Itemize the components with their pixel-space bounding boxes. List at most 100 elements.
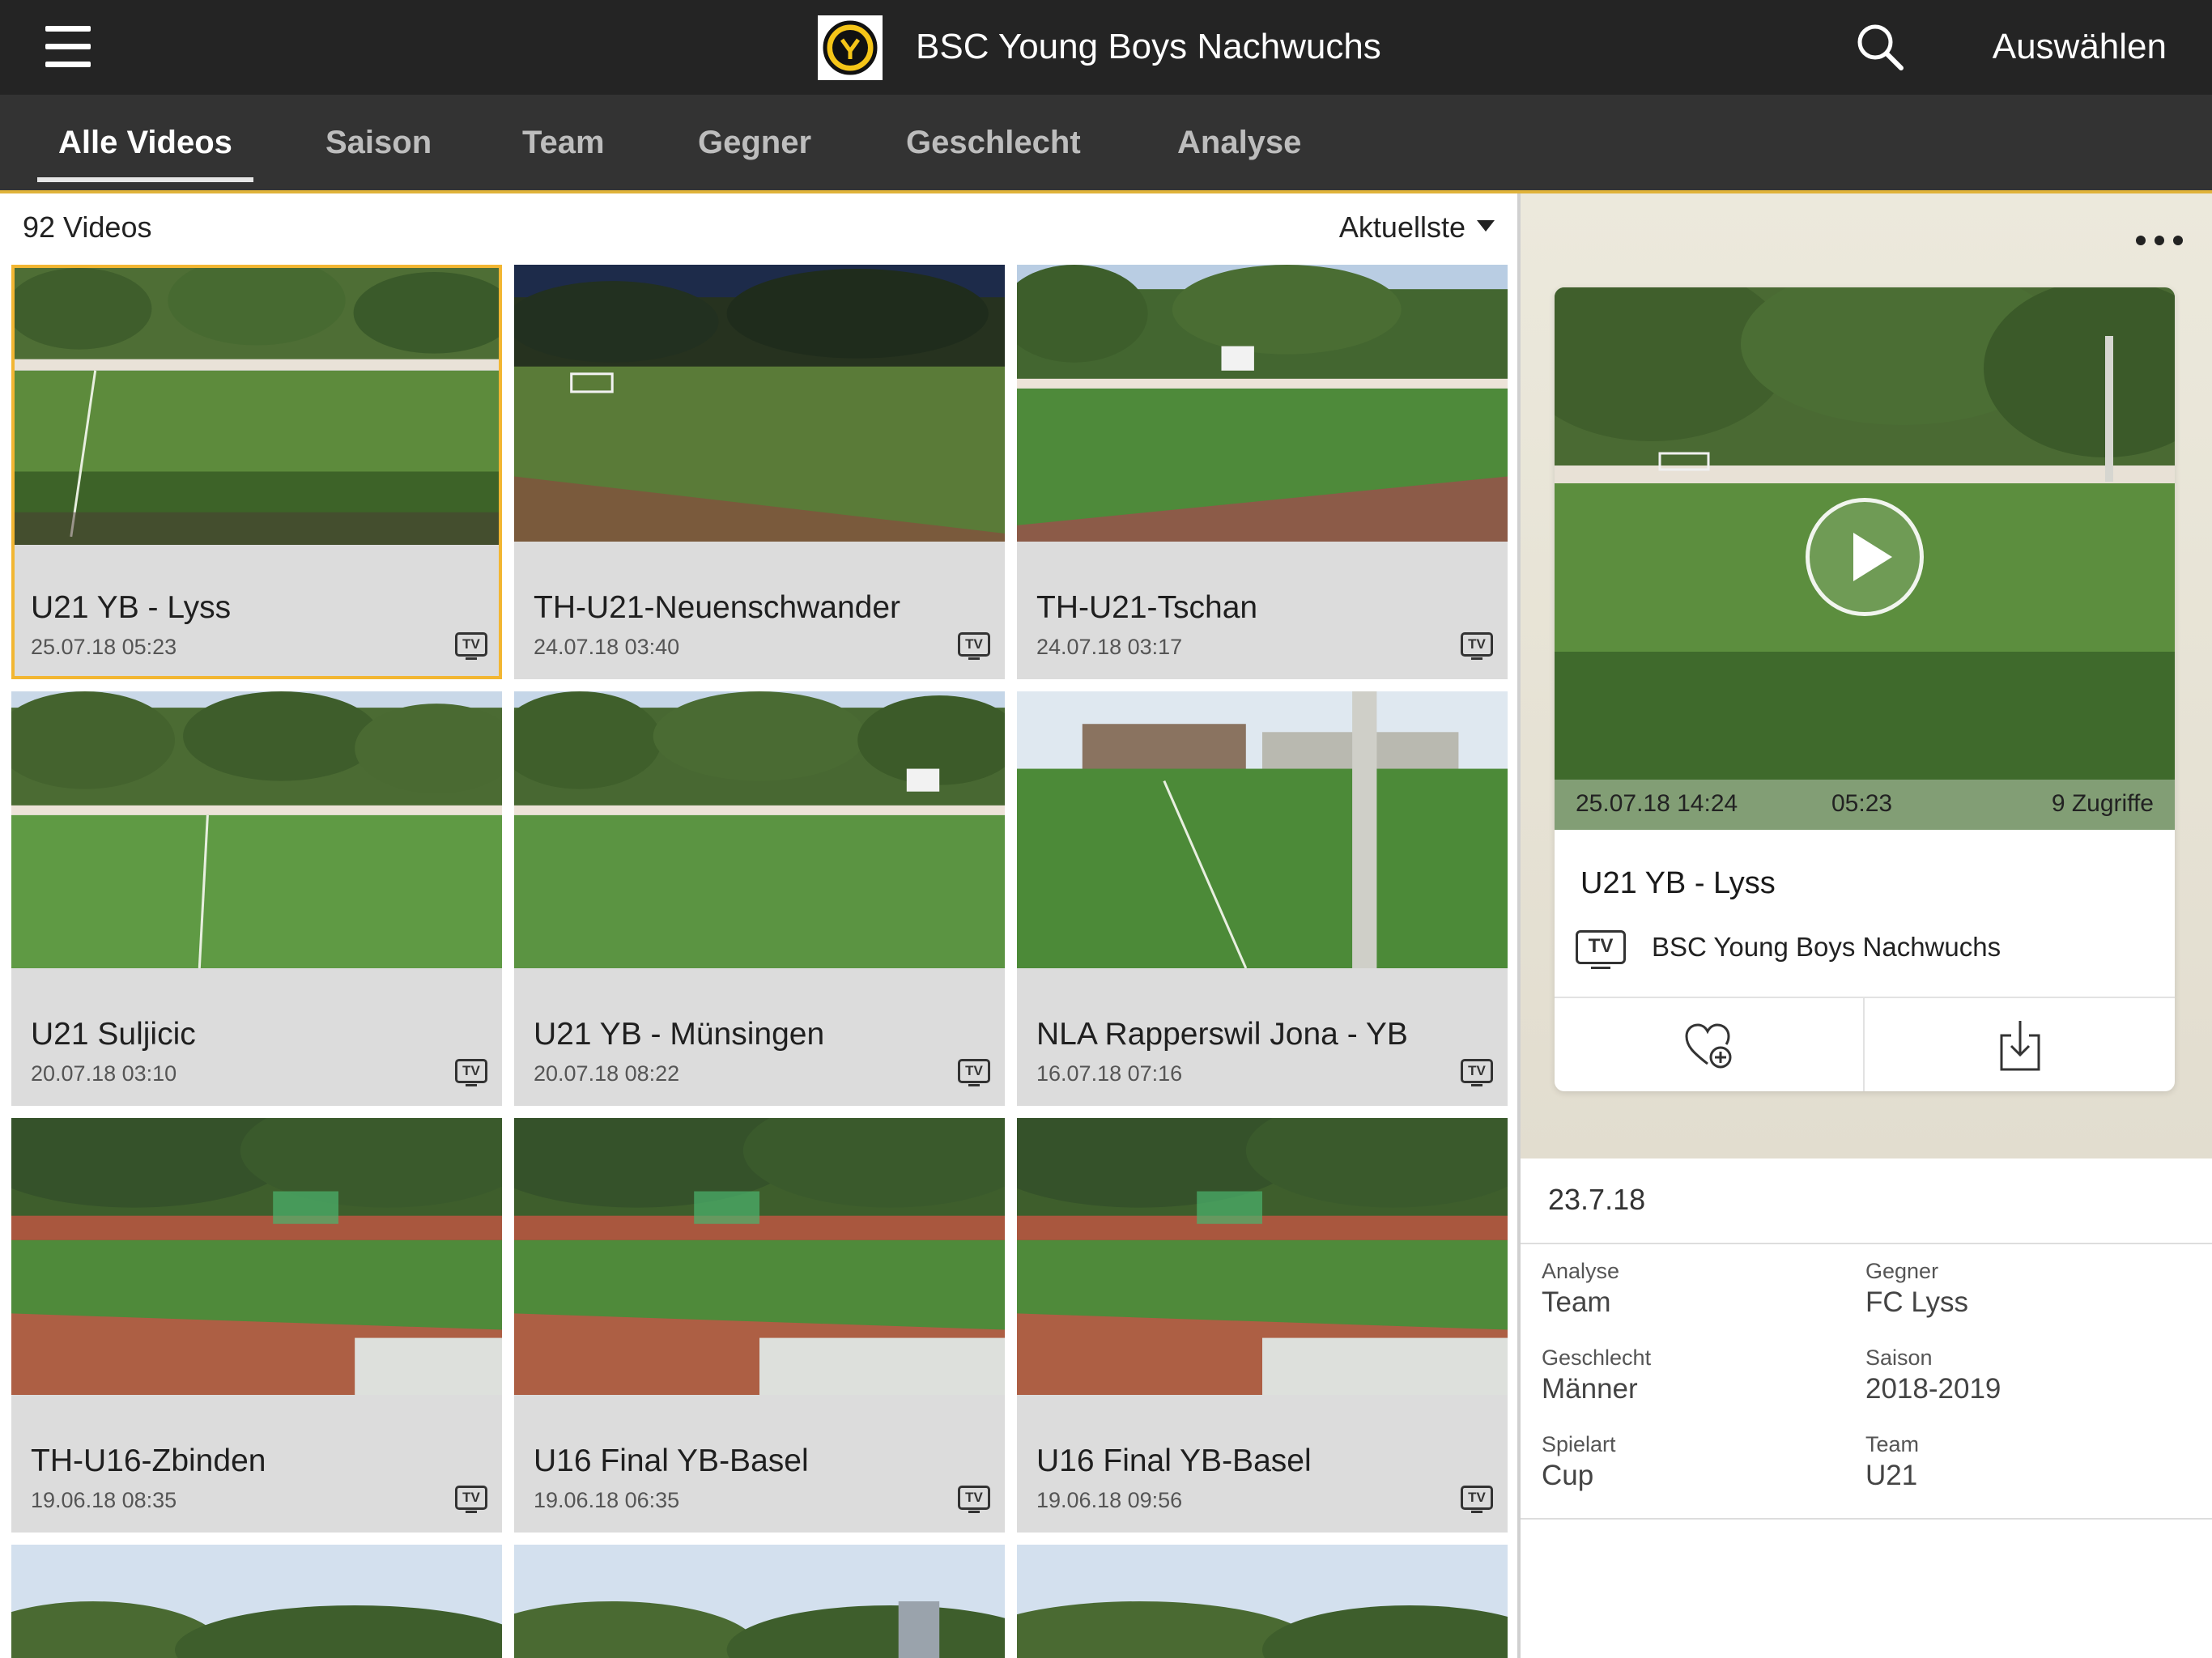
info-value-team: U21 — [1865, 1460, 1918, 1491]
detail-title: U21 YB - Lyss — [1580, 866, 1776, 900]
video-title: U21 YB - Lyss — [31, 590, 232, 625]
video-meta-strip: 25.07.18 14:24 05:23 9 Zugriffe — [1555, 780, 2175, 830]
info-label-team: Team — [1865, 1432, 1920, 1456]
tab-bar: Alle Videos Saison Team Gegner Geschlech… — [0, 95, 2212, 193]
heart-add-icon — [1684, 1022, 1731, 1068]
top-bar: BSC Young Boys Nachwuchs Auswählen — [0, 0, 2212, 95]
video-thumbnail — [514, 1118, 1005, 1395]
video-thumbnail — [15, 268, 499, 545]
video-card[interactable]: U21 YB - Lyss 25.07.18 05:23 TV — [11, 265, 502, 679]
recorded-date: 23.7.18 — [1548, 1183, 1646, 1216]
info-value-analyse: Team — [1542, 1286, 1611, 1318]
tv-icon: TV — [1576, 930, 1626, 969]
video-date: 24.07.18 03:40 — [534, 635, 680, 659]
info-label-analyse: Analyse — [1542, 1259, 1620, 1283]
video-thumbnail — [514, 265, 1005, 542]
sort-label: Aktuellste — [1338, 210, 1465, 244]
video-thumbnail — [11, 691, 502, 968]
video-card[interactable]: U16 Final YB-Basel 19.06.18 06:35 TV — [514, 1118, 1005, 1533]
tv-icon: TV — [1461, 1486, 1493, 1513]
video-card[interactable] — [1017, 1545, 1508, 1658]
video-card[interactable]: TH-U21-Neuenschwander 24.07.18 03:40 TV — [514, 265, 1005, 679]
video-title: U16 Final YB-Basel — [1036, 1443, 1312, 1478]
video-date: 25.07.18 05:23 — [31, 635, 177, 659]
select-button[interactable]: Auswählen — [1993, 24, 2167, 70]
divider — [1521, 1518, 2212, 1520]
video-date: 19.06.18 09:56 — [1036, 1488, 1183, 1512]
info-value-geschlecht: Männer — [1542, 1373, 1638, 1405]
info-label-spielart: Spielart — [1542, 1432, 1616, 1456]
app-title: BSC Young Boys Nachwuchs — [916, 27, 1381, 66]
tab-geschlecht[interactable]: Geschlecht — [906, 95, 1081, 190]
video-card[interactable]: U16 Final YB-Basel 19.06.18 09:56 TV — [1017, 1118, 1508, 1533]
sort-dropdown[interactable]: Aktuellste — [1339, 208, 1495, 247]
video-thumbnail — [11, 1545, 502, 1658]
video-title: U21 Suljicic — [31, 1017, 196, 1052]
video-thumbnail — [1017, 691, 1508, 968]
video-card[interactable] — [514, 1545, 1005, 1658]
info-value-spielart: Cup — [1542, 1460, 1594, 1491]
info-label-gegner: Gegner — [1865, 1259, 1939, 1283]
club-logo — [818, 15, 883, 80]
video-player[interactable]: 25.07.18 14:24 05:23 9 Zugriffe — [1555, 287, 2175, 830]
tv-icon: TV — [1461, 632, 1493, 660]
video-datetime: 25.07.18 14:24 — [1576, 790, 1738, 817]
hamburger-menu-icon[interactable] — [45, 26, 91, 68]
video-date: 20.07.18 08:22 — [534, 1061, 680, 1086]
video-card[interactable]: TH-U16-Zbinden 19.06.18 08:35 TV — [11, 1118, 502, 1533]
video-card[interactable]: NLA Rapperswil Jona - YB 16.07.18 07:16 … — [1017, 691, 1508, 1106]
download-icon — [2000, 1020, 2040, 1070]
tab-team[interactable]: Team — [522, 95, 605, 190]
video-detail-pane: 25.07.18 14:24 05:23 9 Zugriffe U21 YB -… — [1521, 193, 2212, 1658]
video-date: 19.06.18 06:35 — [534, 1488, 680, 1512]
video-detail-card: 25.07.18 14:24 05:23 9 Zugriffe U21 YB -… — [1555, 287, 2175, 1091]
tv-icon: TV — [958, 1486, 990, 1513]
tv-icon: TV — [958, 632, 990, 660]
tv-icon: TV — [455, 632, 487, 660]
video-thumbnail — [1017, 1118, 1508, 1395]
tab-gegner[interactable]: Gegner — [698, 95, 811, 190]
video-title: U16 Final YB-Basel — [534, 1443, 809, 1478]
video-thumbnail — [514, 1545, 1005, 1658]
info-label-saison: Saison — [1865, 1346, 1933, 1370]
info-label-geschlecht: Geschlecht — [1542, 1346, 1652, 1370]
info-value-saison: 2018-2019 — [1865, 1373, 2001, 1405]
tab-alle-videos[interactable]: Alle Videos — [37, 95, 253, 190]
video-thumbnail — [11, 1118, 502, 1395]
video-date: 16.07.18 07:16 — [1036, 1061, 1183, 1086]
video-card[interactable] — [11, 1545, 502, 1658]
play-icon[interactable] — [1806, 498, 1924, 616]
video-date: 19.06.18 08:35 — [31, 1488, 177, 1512]
video-date: 24.07.18 03:17 — [1036, 635, 1183, 659]
video-card[interactable]: U21 Suljicic 20.07.18 03:10 TV — [11, 691, 502, 1106]
action-row — [1555, 997, 2175, 1091]
video-date: 20.07.18 03:10 — [31, 1061, 177, 1086]
video-title: TH-U16-Zbinden — [31, 1443, 266, 1478]
more-options-icon[interactable] — [2136, 236, 2183, 247]
video-thumbnail — [514, 691, 1005, 968]
video-card[interactable]: TH-U21-Tschan 24.07.18 03:17 TV — [1017, 265, 1508, 679]
video-title: U21 YB - Münsingen — [534, 1017, 825, 1052]
info-value-gegner: FC Lyss — [1865, 1286, 1969, 1318]
favorite-button[interactable] — [1555, 998, 1865, 1091]
tv-icon: TV — [1461, 1059, 1493, 1086]
download-button[interactable] — [1865, 998, 2175, 1091]
search-icon[interactable] — [1854, 21, 1906, 73]
video-count: 92 Videos — [23, 210, 152, 244]
video-title: NLA Rapperswil Jona - YB — [1036, 1017, 1408, 1052]
video-duration: 05:23 — [1831, 790, 1893, 817]
tv-icon: TV — [455, 1486, 487, 1513]
video-thumbnail — [1017, 265, 1508, 542]
divider — [1521, 1243, 2212, 1244]
tab-saison[interactable]: Saison — [325, 95, 432, 190]
video-title: TH-U21-Neuenschwander — [534, 590, 901, 625]
tab-analyse[interactable]: Analyse — [1177, 95, 1301, 190]
caret-down-icon — [1477, 220, 1495, 232]
video-list-pane: 92 Videos Aktuellste U21 YB - Lyss 25.07… — [0, 193, 1517, 1658]
video-title: TH-U21-Tschan — [1036, 590, 1258, 625]
channel-name: BSC Young Boys Nachwuchs — [1652, 932, 2001, 962]
detail-header-area: 25.07.18 14:24 05:23 9 Zugriffe U21 YB -… — [1521, 193, 2212, 1158]
video-card[interactable]: U21 YB - Münsingen 20.07.18 08:22 TV — [514, 691, 1005, 1106]
tv-icon: TV — [958, 1059, 990, 1086]
video-views: 9 Zugriffe — [2051, 790, 2154, 817]
